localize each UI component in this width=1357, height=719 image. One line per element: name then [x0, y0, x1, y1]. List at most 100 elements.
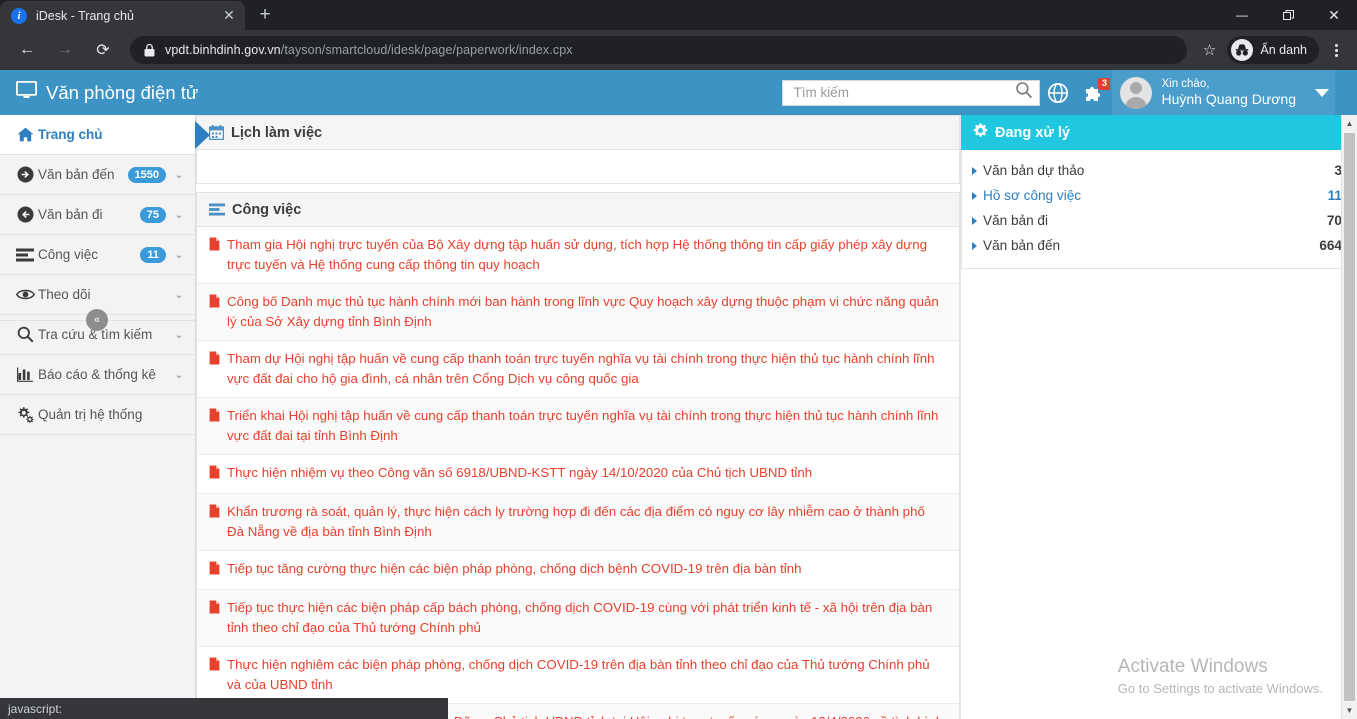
document-icon — [209, 561, 220, 580]
sidebar-item-bao-cao-thong-ke[interactable]: Báo cáo & thống kê ⌄ — [0, 355, 195, 395]
sidebar-item-cong-viec[interactable]: Công việc 11 ⌄ — [0, 235, 195, 275]
sidebar-item-van-ban-di[interactable]: Văn bản đi 75 ⌄ — [0, 195, 195, 235]
document-icon — [209, 294, 220, 313]
sidebar-badge: 11 — [140, 246, 166, 263]
avatar — [1120, 76, 1153, 109]
schedule-empty-area — [197, 150, 959, 183]
monitor-icon — [15, 80, 38, 104]
sidebar-item-van-ban-den[interactable]: Văn bản đến 1550 ⌄ — [0, 155, 195, 195]
incognito-indicator[interactable]: Ẩn danh — [1227, 36, 1319, 64]
scroll-up-icon[interactable]: ▲ — [1342, 115, 1357, 132]
task-title[interactable]: Tham gia Hội nghị trực tuyến của Bộ Xây … — [227, 235, 945, 274]
task-row[interactable]: Thực hiện nhiệm vụ theo Công văn số 6918… — [197, 455, 959, 494]
list-icon — [209, 203, 225, 216]
tab-title: iDesk - Trang chủ — [36, 8, 134, 23]
processing-row[interactable]: Văn bản đi 70 — [972, 208, 1342, 233]
task-row[interactable]: Triển khai Hội nghị tập huấn về cung cấp… — [197, 398, 959, 455]
sidebar-item-trang-chu[interactable]: Trang chủ — [0, 115, 210, 155]
sidebar-label: Tra cứu & tìm kiếm — [38, 327, 153, 342]
task-title[interactable]: Khẩn trương rà soát, quản lý, thực hiện … — [227, 502, 945, 541]
new-tab-button[interactable]: + — [251, 1, 279, 29]
chevron-down-icon[interactable]: ⌄ — [173, 168, 185, 181]
sidebar: Trang chủ Văn bản đến 1550 ⌄ Văn bản đi … — [0, 115, 210, 719]
browser-toolbar: ← → ⟳ vpdt.binhdinh.gov.vn/tayson/smartc… — [0, 30, 1357, 70]
task-title[interactable]: Tiếp tục thực hiện các biện pháp cấp bác… — [227, 598, 945, 637]
reload-icon[interactable]: ⟳ — [88, 35, 118, 65]
app-brand[interactable]: Văn phòng điện tử — [15, 80, 198, 104]
sidebar-label: Trang chủ — [38, 127, 103, 142]
processing-panel-body: Văn bản dự thảo 3 Hồ sơ công việc 11 Văn… — [961, 150, 1357, 269]
close-window-icon[interactable]: ✕ — [1311, 0, 1357, 30]
globe-icon[interactable] — [1040, 70, 1076, 115]
chevron-down-icon[interactable]: ⌄ — [173, 248, 185, 261]
back-icon[interactable]: ← — [12, 35, 42, 65]
processing-row-label[interactable]: Văn bản dự thảo — [983, 160, 1334, 181]
scroll-down-icon[interactable]: ▼ — [1342, 702, 1357, 719]
processing-row-label[interactable]: Văn bản đi — [983, 210, 1327, 231]
schedule-panel-header: Lịch làm việc — [197, 115, 959, 150]
task-row[interactable]: Thực hiện nghiêm các biện pháp phòng, ch… — [197, 647, 959, 704]
chevron-down-icon[interactable]: ⌄ — [173, 328, 185, 341]
processing-row[interactable]: Hồ sơ công việc 11 — [972, 183, 1342, 208]
task-row[interactable]: Công bố Danh mục thủ tục hành chính mới … — [197, 284, 959, 341]
greeting-block: Xin chào, Huỳnh Quang Dương — [1161, 77, 1296, 109]
browser-menu-icon[interactable] — [1323, 35, 1349, 65]
sidebar-label: Theo dõi — [38, 287, 91, 302]
page-body: Trang chủ Văn bản đến 1550 ⌄ Văn bản đi … — [0, 115, 1357, 719]
search-icon[interactable] — [1015, 81, 1033, 104]
chevron-down-icon[interactable] — [1315, 88, 1329, 97]
task-row[interactable]: Tham dự Hội nghị tập huấn về cung cấp th… — [197, 341, 959, 398]
puzzle-icon[interactable]: 3 — [1076, 70, 1112, 115]
lock-icon — [144, 43, 155, 57]
schedule-panel: Lịch làm việc — [196, 115, 960, 184]
home-icon — [12, 127, 38, 142]
gears-icon — [12, 406, 38, 423]
task-title[interactable]: Tham dự Hội nghị tập huấn về cung cấp th… — [227, 349, 945, 388]
task-row[interactable]: Tiếp tục tăng cường thực hiện các biện p… — [197, 551, 959, 590]
user-menu[interactable]: Xin chào, Huỳnh Quang Dương — [1112, 70, 1335, 115]
puzzle-badge: 3 — [1098, 78, 1111, 90]
browser-tab[interactable]: i iDesk - Trang chủ ✕ — [0, 1, 245, 30]
processing-row-value: 70 — [1326, 213, 1342, 228]
status-bar: javascript: — [0, 698, 448, 719]
processing-row[interactable]: Văn bản dự thảo 3 — [972, 158, 1342, 183]
close-icon[interactable]: ✕ — [219, 6, 239, 26]
sidebar-badge: 1550 — [127, 166, 166, 183]
task-row[interactable]: Tham gia Hội nghị trực tuyến của Bộ Xây … — [197, 227, 959, 284]
task-title[interactable]: Công bố Danh mục thủ tục hành chính mới … — [227, 292, 945, 331]
task-title[interactable]: Thực hiện nghiêm các biện pháp phòng, ch… — [227, 655, 945, 694]
scrollbar-thumb[interactable] — [1344, 133, 1355, 701]
search-box[interactable] — [782, 79, 1041, 106]
forward-icon[interactable]: → — [50, 35, 80, 65]
schedule-panel-title: Lịch làm việc — [231, 124, 323, 141]
minimize-icon[interactable]: — — [1219, 0, 1265, 30]
sidebar-collapse-button[interactable]: « — [86, 309, 108, 331]
url-domain: vpdt.binhdinh.gov.vn — [165, 43, 281, 57]
search-input[interactable] — [793, 85, 1016, 100]
task-title[interactable]: Thực hiện nhiệm vụ theo Công văn số 6918… — [227, 463, 945, 483]
restore-icon[interactable] — [1265, 0, 1311, 30]
sidebar-item-quan-tri-he-thong[interactable]: Quản trị hệ thống — [0, 395, 195, 435]
bookmark-star-icon[interactable]: ☆ — [1195, 36, 1223, 64]
chevron-down-icon[interactable]: ⌄ — [173, 368, 185, 381]
bar-chart-icon — [12, 367, 38, 382]
main-content: Lịch làm việc Công việc Tham gia Hội ngh… — [196, 115, 1357, 719]
task-row[interactable]: Tiếp tục thực hiện các biện pháp cấp bác… — [197, 590, 959, 647]
document-icon — [209, 408, 220, 427]
browser-window: i iDesk - Trang chủ ✕ + — ✕ ← → ⟳ vpdt.b… — [0, 0, 1357, 719]
eye-icon — [12, 288, 38, 301]
task-row[interactable]: Khẩn trương rà soát, quản lý, thực hiện … — [197, 494, 959, 551]
document-icon — [209, 237, 220, 256]
chevron-down-icon[interactable]: ⌄ — [173, 208, 185, 221]
chevron-down-icon[interactable]: ⌄ — [173, 288, 185, 301]
page-scrollbar[interactable]: ▲ ▼ — [1341, 115, 1357, 719]
user-name: Huỳnh Quang Dương — [1161, 90, 1296, 107]
task-title[interactable]: Tiếp tục tăng cường thực hiện các biện p… — [227, 559, 945, 579]
processing-row[interactable]: Văn bản đến 664 — [972, 233, 1342, 258]
processing-row-label[interactable]: Hồ sơ công việc — [983, 185, 1328, 206]
processing-row-label[interactable]: Văn bản đến — [983, 235, 1319, 256]
sidebar-label: Báo cáo & thống kê — [38, 367, 156, 382]
task-title[interactable]: Triển khai Hội nghị tập huấn về cung cấp… — [227, 406, 945, 445]
address-bar[interactable]: vpdt.binhdinh.gov.vn/tayson/smartcloud/i… — [130, 36, 1188, 64]
info-circle-icon: i — [11, 7, 27, 24]
